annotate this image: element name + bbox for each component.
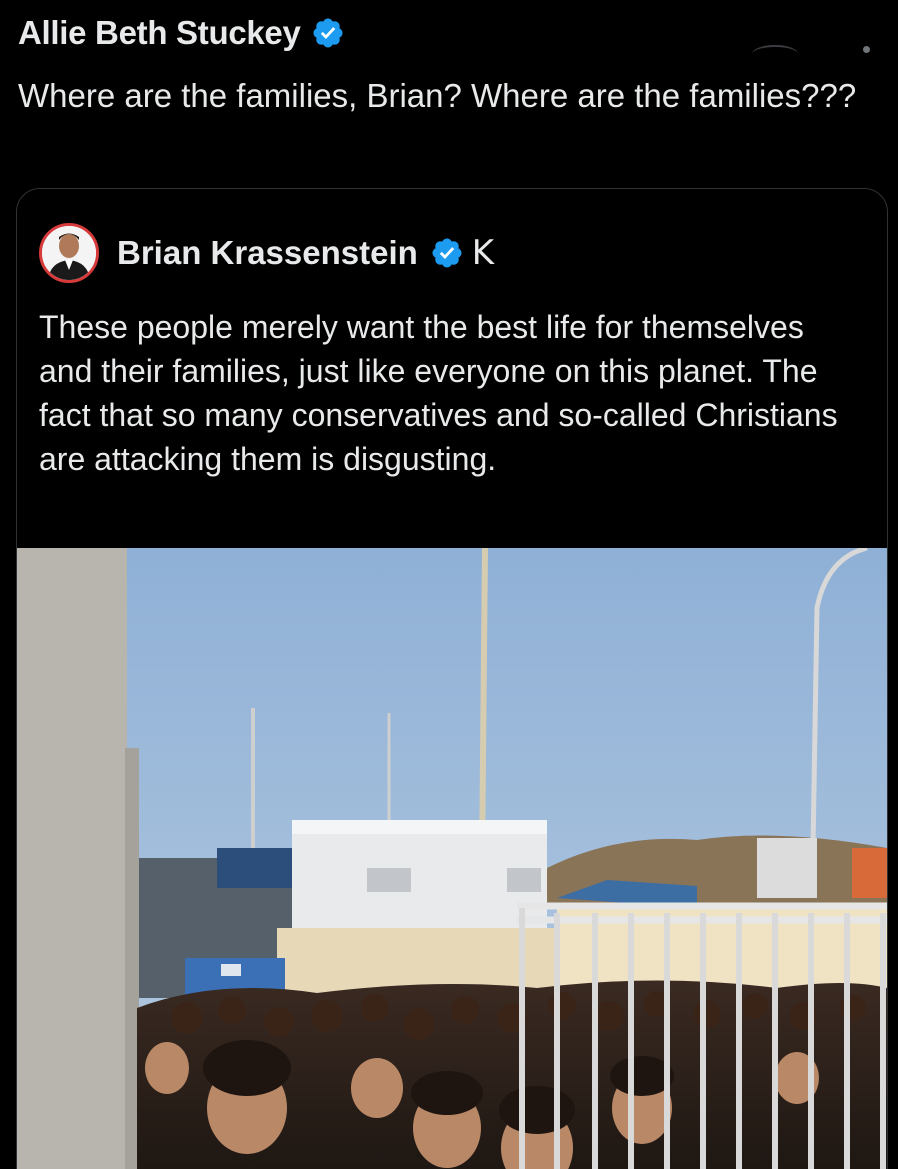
redaction-mark — [513, 219, 887, 289]
media-image — [17, 548, 887, 1169]
quoted-post-card[interactable]: Brian Krassenstein K These people merely… — [16, 188, 888, 1169]
post-header: Allie Beth Stuckey — [18, 14, 345, 52]
affiliate-badge-icon: K — [471, 233, 495, 273]
post-author-name[interactable]: Allie Beth Stuckey — [18, 14, 301, 52]
verified-badge-icon — [311, 16, 345, 50]
quoted-post-author-name[interactable]: Brian Krassenstein — [117, 234, 418, 272]
redaction-mark — [380, 0, 880, 62]
avatar[interactable] — [39, 223, 99, 283]
quoted-post-media[interactable] — [17, 548, 887, 1169]
verified-badge-icon — [430, 236, 464, 270]
tweet-screenshot: Allie Beth Stuckey Where are the familie… — [0, 0, 898, 1169]
quoted-post-text: These people merely want the best life f… — [39, 309, 838, 477]
more-options-icon[interactable] — [863, 46, 870, 53]
redaction-edge — [752, 45, 798, 63]
post-text: Where are the families, Brian? Where are… — [18, 77, 857, 114]
quoted-post-header: Brian Krassenstein K — [39, 223, 494, 283]
